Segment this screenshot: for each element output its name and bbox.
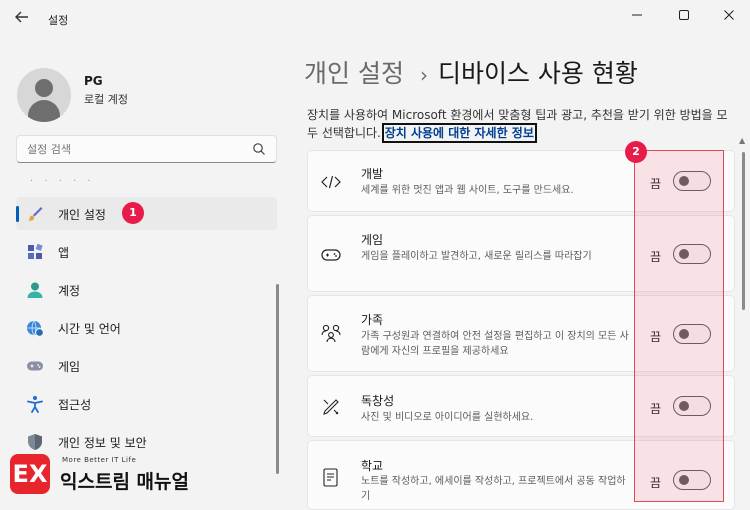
- title-bar: 설정: [0, 0, 750, 36]
- sidebar-item-label: 앱: [58, 246, 70, 260]
- sidebar-item-label: 개인 정보 및 보안: [58, 436, 147, 450]
- search-box[interactable]: [16, 135, 277, 163]
- account-type: 로컬 계정: [84, 93, 128, 106]
- watermark-name: 익스트림 매뉴얼: [60, 471, 189, 493]
- card-description: 사진 및 비디오로 아이디어를 실현하세요.: [361, 412, 534, 423]
- search-input[interactable]: [27, 141, 237, 157]
- back-arrow-icon[interactable]: [14, 9, 34, 27]
- card-description: 게임을 플레이하고 발견하고, 새로운 릴리스를 따라잡기: [361, 251, 592, 262]
- globe-clock-icon: [27, 320, 44, 337]
- learn-more-link[interactable]: 장치 사용에 대한 자세한 정보: [381, 123, 537, 143]
- sidebar-item-time-language[interactable]: 시간 및 언어: [16, 311, 277, 344]
- sidebar-item-label: 개인 설정: [58, 208, 106, 222]
- school-icon: [323, 468, 338, 487]
- card-title: 개발: [361, 167, 384, 181]
- scroll-up-arrow-icon[interactable]: ▲: [739, 136, 745, 145]
- sidebar-item-accessibility[interactable]: 접근성: [16, 387, 277, 420]
- card-title: 독창성: [361, 394, 395, 408]
- breadcrumb-parent[interactable]: 개인 설정: [304, 59, 404, 88]
- account-icon: [27, 282, 43, 298]
- selection-indicator: [16, 206, 19, 222]
- watermark-tagline: More Better IT Life: [62, 456, 137, 464]
- maximize-icon[interactable]: [674, 8, 694, 26]
- nav-cutoff-fragment: · · · · ·: [30, 176, 95, 187]
- user-name: PG: [84, 74, 103, 88]
- card-description: 가족 구성원과 연결하여 안전 설정을 편집하고 이 장치의 모든 사람에게 자…: [361, 331, 629, 357]
- card-description: 노트를 작성하고, 에세이를 작성하고, 프로젝트에서 공동 작업하기: [361, 476, 626, 502]
- sidebar-item-label: 게임: [58, 360, 81, 374]
- sidebar-item-gaming[interactable]: 게임: [16, 349, 277, 382]
- card-title: 가족: [361, 313, 384, 327]
- watermark: EX More Better IT Life 익스트림 매뉴얼: [10, 450, 210, 498]
- gamepad-icon: [27, 361, 43, 371]
- brush-icon: [28, 207, 43, 221]
- apps-icon: [28, 243, 43, 259]
- family-icon: [321, 324, 341, 343]
- accessibility-icon: [27, 396, 43, 413]
- sidebar-item-label: 접근성: [58, 398, 92, 412]
- sidebar-item-apps[interactable]: 앱: [16, 235, 277, 268]
- minimize-icon[interactable]: [627, 8, 647, 26]
- gamepad-icon: [321, 249, 341, 261]
- sidebar-item-label: 계정: [58, 284, 81, 298]
- content-scrollbar[interactable]: [742, 152, 745, 310]
- sidebar-item-accounts[interactable]: 계정: [16, 273, 277, 306]
- annotation-badge-1: 1: [122, 202, 144, 224]
- toggle-column-highlight: [634, 150, 724, 502]
- breadcrumb: 개인 설정 › 디바이스 사용 현황: [304, 54, 638, 90]
- avatar[interactable]: [17, 68, 71, 122]
- page-description: 장치를 사용하여 Microsoft 환경에서 맞춤형 팁과 광고, 추천을 받…: [307, 106, 737, 143]
- card-title: 게임: [361, 233, 384, 247]
- watermark-logo: EX: [10, 454, 50, 494]
- card-title: 학교: [361, 459, 384, 473]
- sidebar: PG 로컬 계정 · · · · · 개인 설정 1 앱 계정 시간 및 언어 …: [0, 36, 290, 502]
- pen-brush-icon: [323, 399, 339, 415]
- close-icon[interactable]: [719, 8, 739, 26]
- annotation-badge-2: 2: [625, 141, 647, 163]
- search-icon[interactable]: [252, 142, 266, 156]
- window-title: 설정: [48, 14, 69, 27]
- sidebar-scrollbar[interactable]: [276, 284, 279, 474]
- code-icon: [321, 175, 341, 189]
- sidebar-item-label: 시간 및 언어: [58, 322, 121, 336]
- shield-icon: [28, 434, 42, 450]
- breadcrumb-separator: ›: [419, 63, 428, 87]
- page-title: 디바이스 사용 현황: [437, 59, 638, 88]
- sidebar-item-personalization[interactable]: 개인 설정: [16, 197, 277, 230]
- card-description: 세계를 위한 멋진 앱과 웹 사이트, 도구를 만드세요.: [361, 185, 574, 196]
